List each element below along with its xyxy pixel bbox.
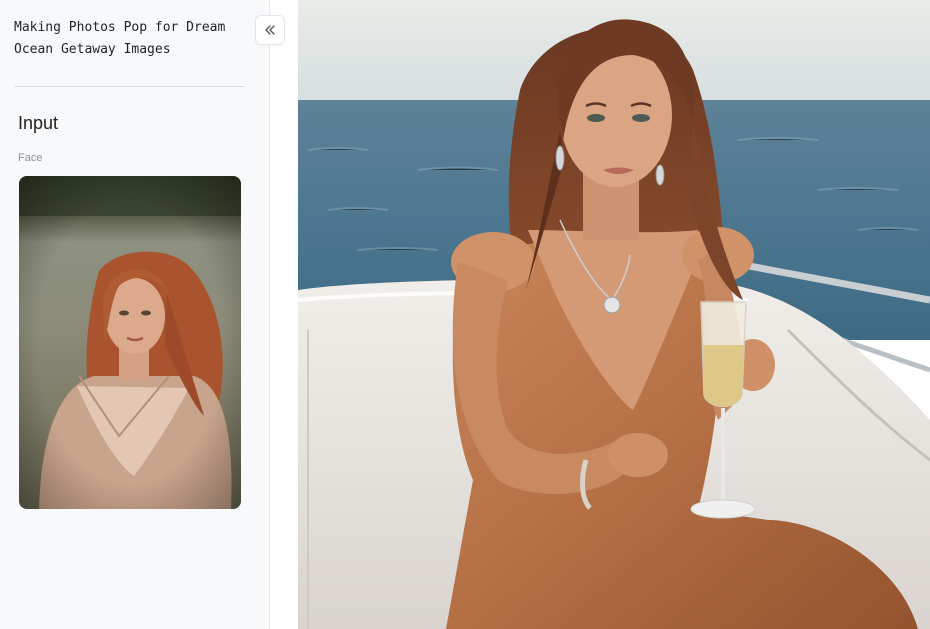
sidebar: Making Photos Pop for Dream Ocean Getawa…	[0, 0, 270, 629]
output-image	[298, 0, 930, 629]
field-label-face: Face	[18, 152, 43, 164]
page-title: Making Photos Pop for Dream Ocean Getawa…	[14, 20, 226, 57]
yacht-portrait-photo	[298, 0, 930, 629]
face-photo	[19, 176, 241, 509]
collapse-sidebar-button[interactable]	[255, 15, 285, 45]
double-chevron-left-icon	[263, 23, 277, 37]
divider	[14, 86, 245, 87]
face-input-image[interactable]	[19, 176, 241, 509]
section-title-input: Input	[18, 113, 59, 133]
